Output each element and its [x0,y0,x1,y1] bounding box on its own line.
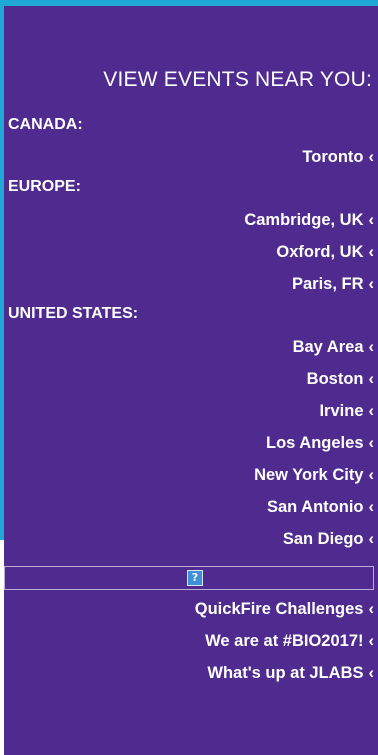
chevron-left-icon: ‹ [368,434,375,452]
events-menu-panel: VIEW EVENTS NEAR YOU: CANADA: Toronto ‹ E… [4,6,378,755]
city-label: Cambridge, UK [244,211,364,229]
city-label: Los Angeles [266,434,364,452]
help-icon[interactable]: ? [187,570,203,586]
link-label: We are at #BIO2017! [205,632,364,650]
city-label: New York City [254,466,364,484]
link-label: QuickFire Challenges [194,600,364,618]
chevron-left-icon: ‹ [368,275,375,293]
chevron-left-icon: ‹ [368,632,375,650]
city-label: Oxford, UK [276,243,364,261]
city-link-oxford[interactable]: Oxford, UK ‹ [4,243,374,262]
city-label: Paris, FR [291,275,364,293]
chevron-left-icon: ‹ [368,402,375,420]
chevron-left-icon: ‹ [368,530,375,548]
city-label: Toronto [302,148,364,166]
link-whats-up-jlabs[interactable]: What's up at JLABS ‹ [4,664,374,683]
city-link-san-diego[interactable]: San Diego ‹ [4,530,374,549]
link-bio2017[interactable]: We are at #BIO2017! ‹ [4,632,374,651]
chevron-left-icon: ‹ [368,338,375,356]
city-link-paris[interactable]: Paris, FR ‹ [4,275,374,294]
city-link-toronto[interactable]: Toronto ‹ [4,148,374,167]
page: VIEW EVENTS NEAR YOU: CANADA: Toronto ‹ E… [0,0,378,755]
chevron-left-icon: ‹ [368,664,375,682]
city-link-irvine[interactable]: Irvine ‹ [4,402,374,421]
separator-box: ? [4,566,374,590]
city-label: Bay Area [292,338,364,356]
chevron-left-icon: ‹ [368,498,375,516]
chevron-left-icon: ‹ [368,600,375,618]
city-label: Irvine [319,402,364,420]
chevron-left-icon: ‹ [368,370,375,388]
city-link-los-angeles[interactable]: Los Angeles ‹ [4,434,374,453]
chevron-left-icon: ‹ [368,148,375,166]
city-link-cambridge[interactable]: Cambridge, UK ‹ [4,211,374,230]
link-label: What's up at JLABS [207,664,364,682]
city-label: Boston [306,370,364,388]
city-label: San Antonio [266,498,364,516]
region-label-canada: CANADA: [8,116,83,133]
city-link-new-york-city[interactable]: New York City ‹ [4,466,374,485]
city-link-san-antonio[interactable]: San Antonio ‹ [4,498,374,517]
chevron-left-icon: ‹ [368,466,375,484]
chevron-left-icon: ‹ [368,243,375,261]
city-link-boston[interactable]: Boston ‹ [4,370,374,389]
city-label: San Diego [282,530,364,548]
link-quickfire-challenges[interactable]: QuickFire Challenges ‹ [4,600,374,619]
region-label-europe: EUROPE: [8,178,81,195]
city-link-bay-area[interactable]: Bay Area ‹ [4,338,374,357]
chevron-left-icon: ‹ [368,211,375,229]
region-label-united-states: UNITED STATES: [8,305,139,322]
events-heading: VIEW EVENTS NEAR YOU: [103,68,372,91]
